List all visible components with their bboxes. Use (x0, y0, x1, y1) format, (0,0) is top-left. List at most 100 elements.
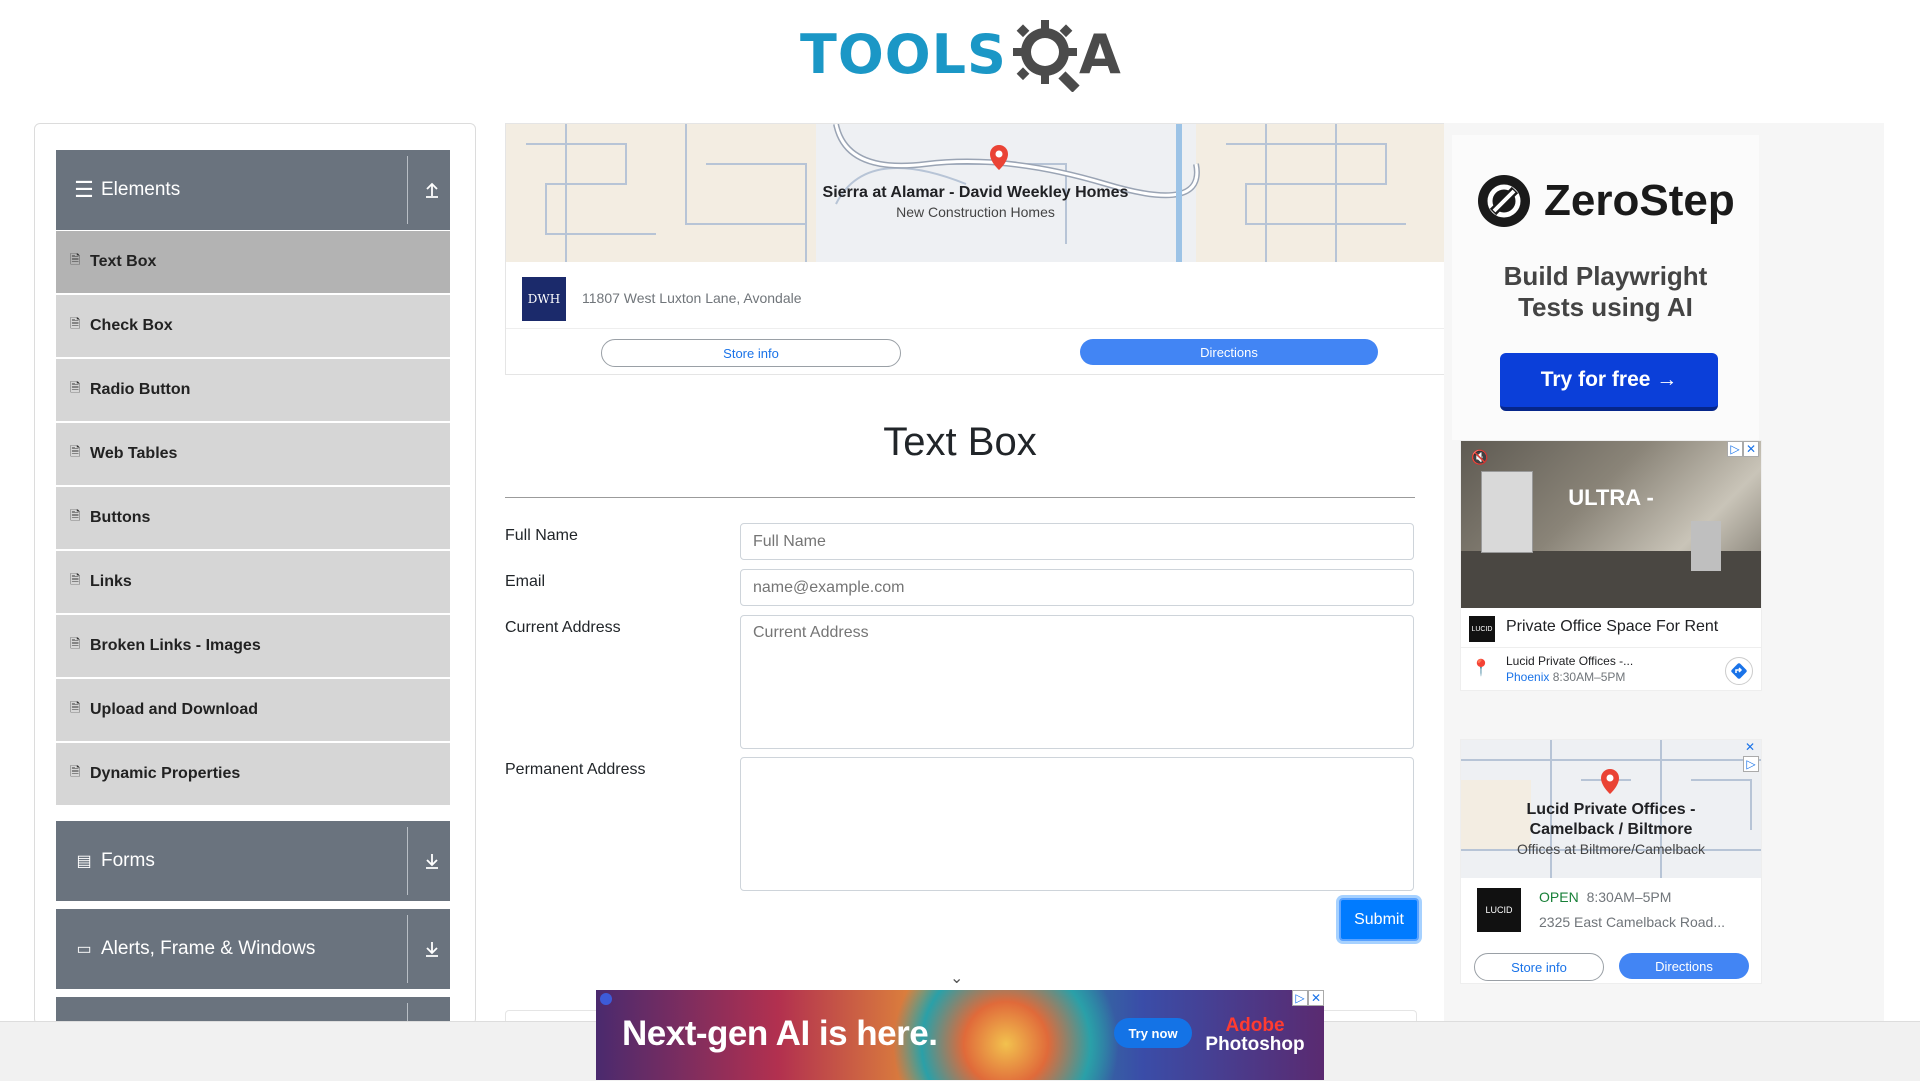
sidebar-item-broken-links[interactable]: 🗎 Broken Links - Images (56, 615, 450, 677)
sidebar-item-web-tables[interactable]: 🗎 Web Tables (56, 423, 450, 485)
sidebar-item-label: Check Box (90, 317, 173, 334)
expand-arrow-icon[interactable] (424, 821, 440, 901)
directions-icon (1731, 663, 1747, 679)
sidebar-item-check-box[interactable]: 🗎 Check Box (56, 295, 450, 357)
map-ad-top[interactable]: Sierra at Alamar - David Weekley Homes N… (505, 123, 1446, 375)
permanent-address-label: Permanent Address (505, 761, 646, 778)
adchoices-icon[interactable]: ▷ (1743, 756, 1759, 772)
try-for-free-button[interactable]: Try for free → (1500, 353, 1718, 411)
zerostep-logo-icon (1478, 175, 1530, 227)
sidebar-item-label: Radio Button (90, 381, 191, 398)
video-ad-title: Private Office Space For Rent (1506, 618, 1719, 635)
group-label-elements: Elements (101, 179, 181, 200)
collapse-arrow-icon[interactable] (424, 150, 440, 230)
sidebar-item-upload-download[interactable]: 🗎 Upload and Download (56, 679, 450, 741)
open-status: OPEN (1539, 889, 1579, 905)
full-name-input[interactable] (740, 523, 1414, 560)
sidebar-item-label: Broken Links - Images (90, 637, 261, 654)
map2-place-line2: Camelback / Biltmore (1529, 821, 1693, 838)
video-ad-hours: 8:30AM–5PM (1552, 670, 1626, 684)
zerostep-ad[interactable]: ZeroStep Build Playwright Tests using AI… (1452, 135, 1759, 440)
expand-arrow-icon[interactable] (424, 909, 440, 989)
business-address: 11807 West Luxton Lane, Avondale (582, 290, 802, 306)
email-label: Email (505, 573, 546, 590)
group-header-forms[interactable]: ▤ Forms (56, 821, 450, 901)
current-address-textarea[interactable] (740, 615, 1414, 749)
adchoices-icon[interactable]: ▷ (1292, 990, 1308, 1006)
map2-place-sub: Offices at Biltmore/Camelback (1516, 841, 1706, 857)
logo-text-tools: TOOLS (800, 22, 1007, 86)
directions-circle-button[interactable] (1725, 657, 1753, 685)
adchoices-icon[interactable]: ▷ (1727, 441, 1743, 457)
title-divider (505, 497, 1415, 498)
banner-brand-line2: Photoshop (1205, 1034, 1305, 1055)
map2-hours-row: OPEN 8:30AM–5PM (1539, 889, 1671, 905)
page-title: Text Box (883, 420, 1037, 464)
file-icon: 🗎 (70, 508, 81, 523)
sidebar-item-buttons[interactable]: 🗎 Buttons (56, 487, 450, 549)
file-icon: 🗎 (70, 572, 81, 587)
sidebar-item-radio-button[interactable]: 🗎 Radio Button (56, 359, 450, 421)
video-ad[interactable]: ULTRA - 🔇 ▷ ✕ LUCID Private Office Space… (1460, 440, 1762, 691)
map2-place-line1: Lucid Private Offices - (1526, 801, 1696, 818)
sidebar-item-label: Text Box (90, 253, 157, 270)
video-ad-location: Phoenix 8:30AM–5PM (1506, 670, 1625, 684)
adobe-banner-ad[interactable]: Next-gen AI is here. Try now Adobe Photo… (596, 990, 1324, 1080)
close-icon[interactable]: ✕ (1743, 441, 1759, 457)
sidebar-item-label: Dynamic Properties (90, 765, 241, 782)
map2-hours: 8:30AM–5PM (1586, 889, 1672, 905)
file-icon: 🗎 (70, 764, 81, 779)
toolsqa-logo[interactable]: TOOLS A (800, 14, 1125, 94)
gear-magnifier-icon (1012, 20, 1080, 92)
group-header-elements[interactable]: ☰ Elements (56, 150, 450, 230)
zerostep-headline-2: Tests using AI (1518, 292, 1693, 322)
header-divider (407, 915, 408, 983)
sidebar-item-label: Web Tables (90, 445, 178, 462)
map-ad-right[interactable]: Lucid Private Offices - Camelback / Bilt… (1460, 739, 1762, 984)
store-info-button[interactable]: Store info (601, 339, 901, 367)
current-address-label: Current Address (505, 619, 621, 636)
close-icon[interactable]: ✕ (1743, 740, 1757, 754)
ad-badge-icon (600, 993, 612, 1005)
map-place-type: New Construction Homes (896, 204, 1055, 220)
permanent-address-textarea[interactable] (740, 757, 1414, 891)
directions-button[interactable]: Directions (1080, 339, 1378, 365)
header-divider (407, 156, 408, 224)
email-input[interactable] (740, 569, 1414, 606)
map-place-name: Sierra at Alamar - David Weekley Homes (822, 184, 1129, 201)
sidebar-item-text-box[interactable]: 🗎 Text Box (56, 231, 450, 293)
map-image: Sierra at Alamar - David Weekley Homes N… (506, 124, 1445, 262)
zerostep-brand: ZeroStep (1544, 176, 1735, 225)
close-icon[interactable]: ✕ (1308, 990, 1324, 1006)
submit-button[interactable]: Submit (1339, 898, 1419, 941)
video-ad-city: Phoenix (1506, 670, 1550, 684)
file-icon: 🗎 (70, 252, 81, 267)
chevron-down-icon[interactable]: ⌄ (950, 968, 963, 988)
banner-headline: Next-gen AI is here. (622, 1014, 938, 1053)
lucid-logo: LUCID (1477, 888, 1521, 932)
video-ad-business: Lucid Private Offices -... (1506, 654, 1634, 668)
sidebar-item-dynamic-properties[interactable]: 🗎 Dynamic Properties (56, 743, 450, 805)
banner-try-now-button[interactable]: Try now (1114, 1018, 1192, 1048)
directions-button[interactable]: Directions (1619, 953, 1749, 979)
file-icon: 🗎 (70, 700, 81, 715)
mute-icon[interactable]: 🔇 (1471, 449, 1488, 466)
form-icon: ▤ (76, 853, 92, 870)
file-icon: 🗎 (70, 380, 81, 395)
video-frame: ULTRA - 🔇 ▷ ✕ (1461, 441, 1761, 608)
group-label-alerts: Alerts, Frame & Windows (101, 938, 316, 959)
sidebar-item-label: Upload and Download (90, 701, 258, 718)
header-divider (407, 827, 408, 895)
video-overlay-text: ULTRA - (1568, 485, 1654, 510)
left-sidebar: ☰ Elements 🗎 Text Box 🗎 Check Box 🗎 Radi… (34, 123, 476, 1025)
group-label-forms: Forms (101, 850, 155, 871)
group-header-alerts[interactable]: ▭ Alerts, Frame & Windows (56, 909, 450, 989)
window-icon: ▭ (76, 941, 92, 958)
sidebar-item-label: Links (90, 573, 132, 590)
business-row: DWH 11807 West Luxton Lane, Avondale (506, 262, 1445, 329)
file-icon: 🗎 (70, 636, 81, 651)
banner-brand: Adobe Photoshop (1202, 1016, 1308, 1054)
sidebar-item-links[interactable]: 🗎 Links (56, 551, 450, 613)
logo-text-qa: A (1078, 22, 1121, 86)
store-info-button[interactable]: Store info (1474, 953, 1604, 981)
